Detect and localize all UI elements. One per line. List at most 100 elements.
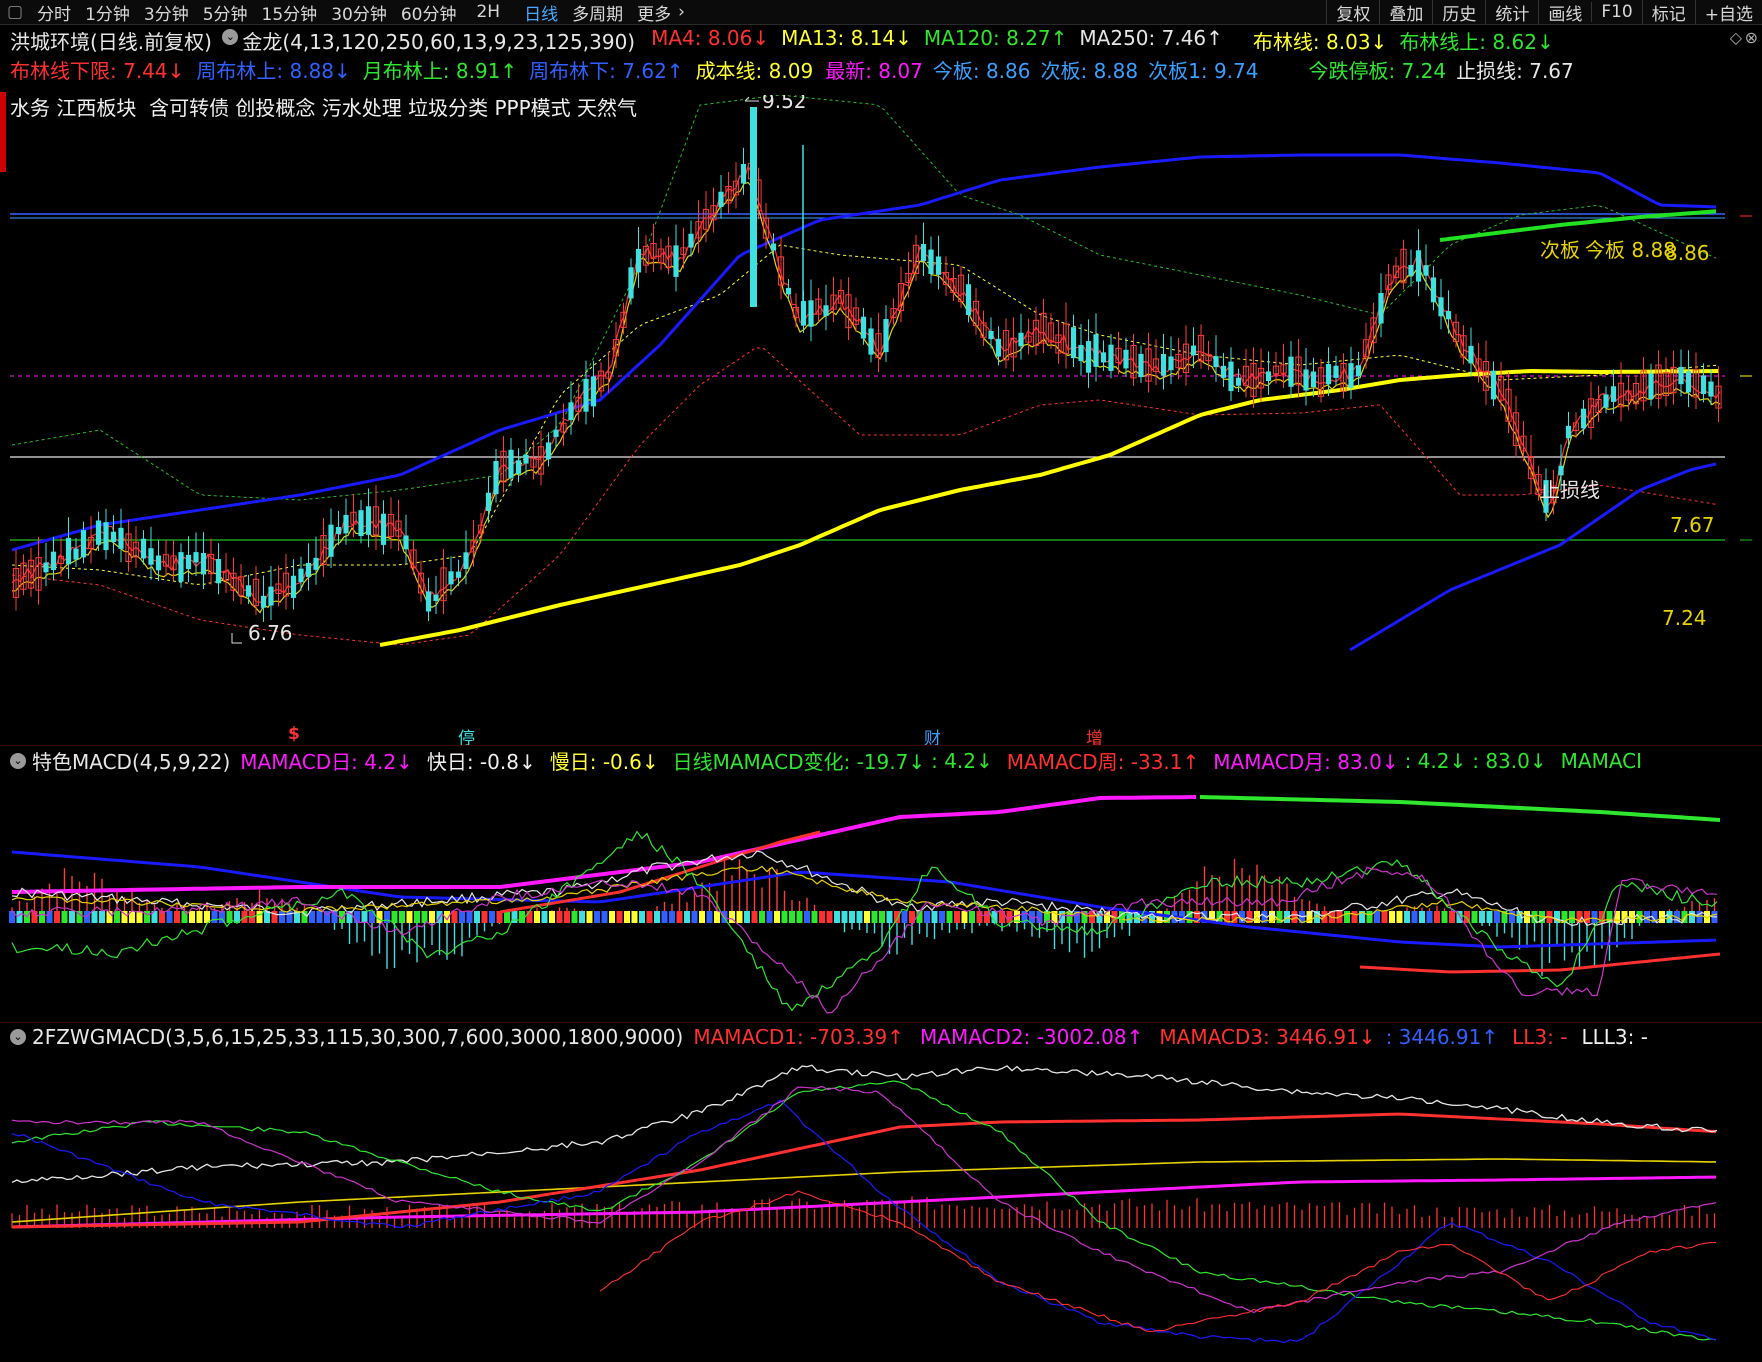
macd-zero-bead: [136, 911, 143, 923]
event-marker-s[interactable]: $: [288, 724, 300, 744]
candle-body: [358, 510, 364, 537]
tab-period-60min[interactable]: 60分钟: [394, 0, 464, 25]
tab-period-1min[interactable]: 1分钟: [78, 0, 137, 25]
candle-body: [1700, 375, 1707, 395]
macd-zero-bead: [451, 911, 458, 923]
macd-zero-bead: [466, 911, 473, 923]
candle-body: [185, 554, 192, 570]
macd-zero-bead: [894, 911, 900, 923]
macd-zero-bead: [676, 911, 683, 923]
restore-icon[interactable]: ▢: [0, 2, 30, 22]
candle-body: [1333, 365, 1339, 378]
high-price-label: 9.52: [762, 95, 807, 113]
candle-body: [148, 548, 154, 565]
macd-zero-bead: [954, 911, 960, 923]
macd-zero-bead: [1591, 911, 1598, 923]
macd-v3: : 83.0↓: [1472, 748, 1547, 773]
macd-zero-bead: [879, 911, 885, 923]
indicator-settings-icon[interactable]: ⌄: [222, 29, 239, 45]
stock-title[interactable]: 洪城环境(日线.前复权): [10, 26, 212, 55]
overlay-button[interactable]: 叠加: [1379, 0, 1432, 25]
history-button[interactable]: 历史: [1432, 0, 1485, 25]
macd-zero-bead: [1419, 911, 1425, 923]
add-watchlist-button[interactable]: +自选: [1694, 0, 1762, 25]
macd-zero-bead: [924, 911, 930, 923]
candle-body: [523, 454, 529, 464]
macd-zero-bead: [669, 911, 675, 923]
macd-chart[interactable]: [0, 772, 1762, 1022]
f10-button[interactable]: F10: [1591, 2, 1641, 22]
macd-zero-bead: [706, 911, 713, 923]
tab-period-5min[interactable]: 5分钟: [196, 0, 255, 25]
macd-zero-bead: [781, 911, 788, 923]
candle-body: [365, 506, 372, 535]
macd-zero-bead: [489, 911, 495, 923]
candlestick-chart[interactable]: 9.52 6.76 次板 今板 8.888.86 止损线 7.67 7.24: [0, 95, 1762, 745]
macd-zero-bead: [1396, 911, 1403, 923]
ma4-line: [11, 165, 1721, 603]
candle-body: [1558, 465, 1564, 476]
macd-zero-bead: [99, 911, 105, 923]
candle-body: [928, 249, 934, 274]
fz-panel-name[interactable]: 2FZWGMACD(3,5,6,15,25,33,115,30,300,7,60…: [32, 1025, 683, 1049]
macd-zero-bead: [699, 911, 705, 923]
candle-body: [1085, 341, 1092, 373]
macd-v1: : 4.2↓: [931, 748, 993, 773]
fuquan-button[interactable]: 复权: [1326, 0, 1379, 25]
ma250-line: [379, 368, 1719, 647]
tab-period-3min[interactable]: 3分钟: [137, 0, 196, 25]
macd-zero-bead: [1569, 911, 1575, 923]
tab-period-fenshi[interactable]: 分时: [30, 0, 78, 25]
macd-v2: : 4.2↓: [1404, 748, 1467, 773]
macd-zero-bead: [774, 911, 780, 923]
macd-zero-bead: [511, 911, 518, 923]
tab-period-multi[interactable]: 多周期: [565, 0, 630, 25]
draw-line-button[interactable]: 画线: [1538, 0, 1591, 25]
indicator-name[interactable]: 金龙(4,13,120,250,60,13,9,23,125,390): [242, 26, 635, 55]
candle-body: [1018, 332, 1024, 347]
candle-body: [485, 492, 492, 511]
tab-period-30min[interactable]: 30分钟: [324, 0, 394, 25]
boll-upper-band: [11, 95, 1717, 501]
close-icon[interactable]: ⊗: [1745, 28, 1758, 47]
candle-body: [1468, 345, 1474, 364]
candle-body: [1138, 353, 1144, 378]
macd-zero-bead: [1471, 911, 1478, 923]
candle-body: [1438, 297, 1444, 317]
diamond-icon[interactable]: ◇: [1730, 28, 1742, 47]
candle-body: [515, 460, 522, 474]
candle-body: [1415, 250, 1422, 282]
tab-period-more[interactable]: 更多: [630, 0, 678, 25]
macd-zero-bead: [1434, 911, 1440, 923]
macd-zero-bead: [1486, 911, 1493, 923]
candle-body: [118, 527, 124, 549]
macd-zero-bead: [684, 911, 690, 923]
macd-zero-bead: [549, 911, 555, 923]
mark-button[interactable]: 标记: [1641, 0, 1695, 25]
chevron-right-icon[interactable]: ›: [678, 2, 685, 22]
tab-period-15min[interactable]: 15分钟: [255, 0, 325, 25]
boll-up-value: 布林线上: 8.62↓: [1399, 30, 1554, 54]
macd-day: MAMACD日: 4.2↓: [240, 750, 413, 774]
candle-body: [73, 548, 79, 560]
fz-collapse-icon[interactable]: ⌄: [10, 1029, 26, 1045]
macd-zero-bead: [564, 911, 570, 923]
tab-period-2h[interactable]: 2H: [469, 2, 507, 22]
macd-zero-bead: [316, 911, 323, 923]
macd-zero-bead: [849, 911, 855, 923]
fz-macd-chart[interactable]: [0, 1052, 1762, 1362]
macd-zero-bead: [91, 911, 98, 923]
tab-period-daily[interactable]: 日线: [517, 0, 565, 25]
macd-zero-bead: [624, 911, 630, 923]
macd-panel-name[interactable]: 特色MACD(4,5,9,22): [32, 746, 230, 775]
macd-zero-bead: [886, 911, 893, 923]
macd-zero-bead: [1689, 911, 1695, 923]
candle-body: [268, 586, 274, 606]
macd-zero-bead: [646, 911, 653, 923]
macd-zero-bead: [759, 911, 765, 923]
macd-collapse-icon[interactable]: ⌄: [10, 752, 26, 769]
macd-slow: 慢日: -0.6↓: [549, 750, 659, 774]
macd-zero-bead: [946, 911, 953, 923]
stats-button[interactable]: 统计: [1485, 0, 1538, 25]
macd-zero-bead: [819, 911, 825, 923]
